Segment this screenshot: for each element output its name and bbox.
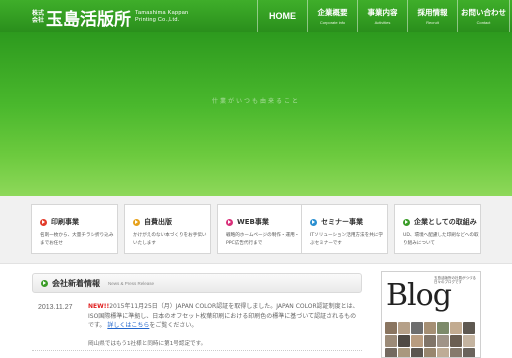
news-text-more: 岡山県ではもう1社様と同時に第1号認定です。 bbox=[88, 341, 207, 347]
arrow-icon bbox=[41, 279, 48, 287]
staff-photo bbox=[450, 348, 462, 357]
blog-banner[interactable]: Blog 玉島活版所の社員がつづる日々のブログです bbox=[381, 271, 481, 358]
service-card-seminar[interactable]: セミナー事業 ITソリューション活用方法を共に学ぶセミナーです bbox=[301, 204, 388, 254]
staff-photo bbox=[411, 322, 423, 334]
news-title: 会社新着情報 bbox=[52, 278, 100, 288]
staff-photo bbox=[398, 348, 410, 357]
staff-photo bbox=[463, 335, 475, 347]
arrow-icon bbox=[310, 218, 317, 226]
staff-photo bbox=[424, 322, 436, 334]
site-header: 株式 会社 玉島活版所 Tamashima Kappan Printing Co… bbox=[0, 0, 512, 32]
nav-contact[interactable]: お問い合わせ Contact bbox=[457, 0, 510, 32]
site-logo[interactable]: 株式 会社 玉島活版所 Tamashima Kappan Printing Co… bbox=[32, 6, 189, 30]
news-title-en: News & Press Release bbox=[108, 280, 155, 286]
staff-photo bbox=[463, 348, 475, 357]
staff-photo bbox=[411, 335, 423, 347]
staff-photo bbox=[411, 348, 423, 357]
news-text-tail: をご覧ください。 bbox=[149, 322, 198, 329]
service-card-initiatives[interactable]: 企業としての取組み UD、環境へ配慮した印刷などへの取り組みについて bbox=[394, 204, 481, 254]
staff-photo bbox=[385, 322, 397, 334]
services-band: 印刷事業 名刺一枚から、大量チラシ折り込みまでお任せ 自費出版 かけがえのない本… bbox=[0, 196, 512, 264]
nav-activities[interactable]: 事業内容 Activities bbox=[357, 0, 407, 32]
staff-photo bbox=[398, 335, 410, 347]
arrow-icon bbox=[226, 218, 233, 226]
staff-photo bbox=[437, 322, 449, 334]
arrow-icon bbox=[403, 218, 410, 226]
nav-recruit[interactable]: 採用情報 Recruit bbox=[407, 0, 457, 32]
news-detail-link[interactable]: 詳しくはこちら bbox=[107, 322, 149, 329]
service-title: セミナー事業 bbox=[321, 218, 363, 226]
arrow-icon bbox=[133, 218, 140, 226]
service-title: 印刷事業 bbox=[51, 218, 79, 226]
service-title: 自費出版 bbox=[144, 218, 172, 226]
hero-banner: 什業がいつも由来ること bbox=[0, 32, 512, 196]
staff-photo bbox=[463, 322, 475, 334]
service-title: 企業としての取組み bbox=[414, 218, 477, 226]
nav-corporate-info[interactable]: 企業概要 Corporate info bbox=[307, 0, 357, 32]
staff-photo bbox=[398, 322, 410, 334]
service-title: WEB事業 bbox=[237, 218, 269, 226]
service-desc: 戦略的ホームページの制作・運用・PPC広告代行まで bbox=[226, 233, 300, 246]
arrow-icon bbox=[40, 218, 47, 226]
service-desc: 名刺一枚から、大量チラシ折り込みまでお任せ bbox=[40, 233, 114, 246]
news-section-header: 会社新着情報 News & Press Release bbox=[32, 273, 362, 293]
logo-company-name: 玉島活版所 bbox=[46, 9, 131, 30]
news-item: NEW!!2015年11月25日（月）JAPAN COLOR認証を取得しました。… bbox=[88, 302, 360, 331]
staff-photo bbox=[385, 348, 397, 357]
service-card-web[interactable]: WEB事業 戦略的ホームページの制作・運用・PPC広告代行まで bbox=[217, 204, 304, 254]
staff-photo bbox=[450, 322, 462, 334]
staff-photo bbox=[437, 348, 449, 357]
service-card-publishing[interactable]: 自費出版 かけがえのない本づくりをお手伝いいたします bbox=[124, 204, 211, 254]
service-desc: かけがえのない本づくりをお手伝いいたします bbox=[133, 233, 207, 246]
main-nav: HOME 企業概要 Corporate info 事業内容 Activities… bbox=[257, 0, 510, 32]
staff-photo bbox=[424, 348, 436, 357]
service-desc: UD、環境へ配慮した印刷などへの取り組みについて bbox=[403, 233, 479, 246]
staff-photo bbox=[437, 335, 449, 347]
news-divider bbox=[32, 350, 362, 351]
logo-english-name: Tamashima Kappan Printing Co.,Ltd. bbox=[135, 10, 189, 23]
nav-home[interactable]: HOME bbox=[257, 0, 307, 32]
blog-tagline: 玉島活版所の社員がつづる日々のブログです bbox=[434, 276, 476, 284]
service-desc: ITソリューション活用方法を共に学ぶセミナーです bbox=[310, 233, 383, 246]
staff-photo-grid bbox=[385, 322, 479, 357]
staff-photo bbox=[385, 335, 397, 347]
staff-photo bbox=[450, 335, 462, 347]
hero-tagline: 什業がいつも由来ること bbox=[211, 98, 300, 105]
staff-photo bbox=[424, 335, 436, 347]
news-date: 2013.11.27 bbox=[38, 304, 73, 311]
new-badge: NEW!! bbox=[88, 303, 110, 310]
service-card-printing[interactable]: 印刷事業 名刺一枚から、大量チラシ折り込みまでお任せ bbox=[31, 204, 118, 254]
logo-company-type: 株式 会社 bbox=[32, 10, 45, 24]
